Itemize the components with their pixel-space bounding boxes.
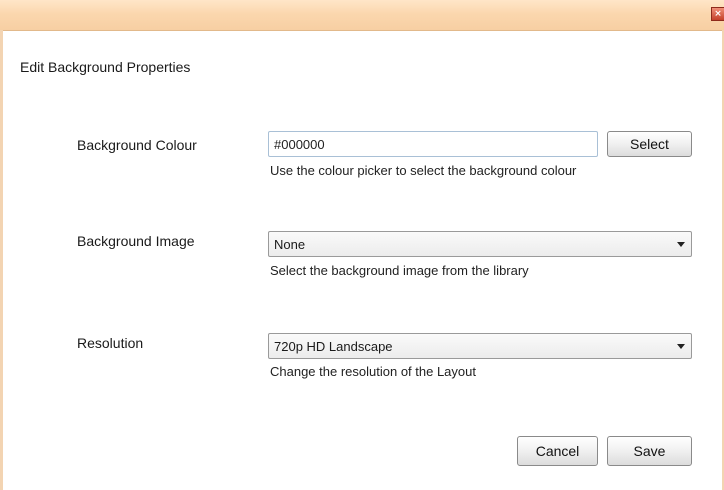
select-colour-button[interactable]: Select <box>607 131 692 157</box>
background-image-help: Select the background image from the lib… <box>270 263 529 278</box>
background-colour-label: Background Colour <box>77 137 197 153</box>
resolution-help: Change the resolution of the Layout <box>270 364 476 379</box>
resolution-label: Resolution <box>77 335 144 351</box>
window-title-bar: × <box>0 0 724 31</box>
background-image-selected: None <box>274 237 306 252</box>
cancel-button[interactable]: Cancel <box>517 436 598 466</box>
window-left-border <box>0 30 3 490</box>
resolution-select[interactable]: 720p HD Landscape <box>268 333 692 359</box>
close-icon[interactable]: × <box>711 7 724 21</box>
resolution-selected: 720p HD Landscape <box>274 339 393 354</box>
chevron-down-icon <box>677 344 685 349</box>
background-image-label: Background Image <box>77 233 195 249</box>
background-colour-input[interactable] <box>268 131 598 157</box>
background-colour-help: Use the colour picker to select the back… <box>270 163 577 178</box>
dialog-heading: Edit Background Properties <box>20 59 191 75</box>
save-button[interactable]: Save <box>607 436 692 466</box>
background-image-select[interactable]: None <box>268 231 692 257</box>
chevron-down-icon <box>677 242 685 247</box>
